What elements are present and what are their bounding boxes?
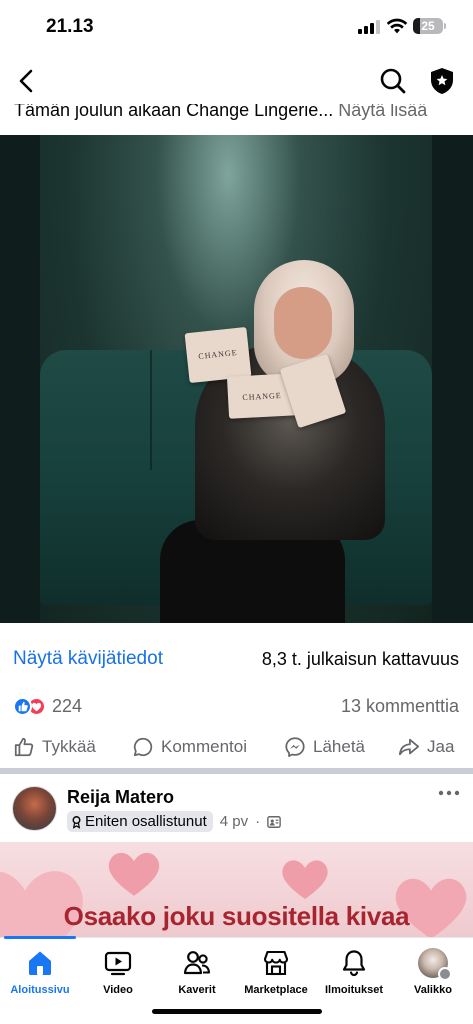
top-fan-badge[interactable]: Eniten osallistunut	[67, 811, 213, 832]
battery-icon: 25	[413, 18, 443, 34]
post-author[interactable]: Reija Matero	[67, 787, 174, 808]
share-label: Jaa	[427, 737, 455, 756]
active-tab-indicator	[4, 936, 76, 939]
tab-label: Marketplace	[244, 984, 308, 996]
comment-icon	[133, 737, 153, 757]
caption-text: Tämän joulun aikaan Change Lingerie...	[14, 104, 334, 120]
badge-label: Eniten osallistunut	[85, 813, 207, 830]
like-reaction-icon	[13, 696, 32, 716]
more-options-icon[interactable]	[438, 787, 460, 799]
post-meta: Eniten osallistunut 4 pv ·	[67, 811, 281, 832]
gift-box: CHANGE	[184, 326, 252, 384]
post-actions: Tykkää Kommentoi Lähetä Jaa	[0, 732, 473, 762]
reaction-count: 224	[52, 695, 83, 716]
view-insights-link[interactable]: Näytä kävijätiedot	[13, 648, 163, 670]
battery-level: 25	[421, 19, 435, 33]
send-label: Lähetä	[313, 737, 365, 756]
comment-label: Kommentoi	[161, 737, 247, 756]
status-time: 21.13	[46, 16, 94, 37]
heart-decoration	[282, 860, 328, 899]
friends-icon	[183, 951, 211, 975]
post-reach: 8,3 t. julkaisun kattavuus	[261, 649, 459, 669]
video-icon	[104, 951, 132, 976]
bell-icon	[342, 950, 366, 977]
post-time: 4 pv	[219, 813, 249, 830]
badge-ribbon-icon	[72, 815, 81, 829]
tab-home[interactable]: Aloitussivu	[0, 948, 80, 996]
post-banner-image[interactable]: Osaako joku suositella kivaa	[0, 842, 473, 940]
shield-star-icon[interactable]	[428, 66, 456, 96]
search-icon[interactable]	[378, 66, 408, 96]
tab-friends[interactable]: Kaverit	[157, 948, 237, 996]
gift-brand-label: CHANGE	[197, 347, 238, 362]
post-caption: Tämän joulun aikaan Change Lingerie... N…	[14, 104, 473, 126]
reactions-summary[interactable]: 224	[13, 695, 82, 717]
feed-divider	[0, 768, 473, 774]
tab-video[interactable]: Video	[78, 948, 158, 996]
thumbs-up-icon	[14, 737, 34, 757]
profile-avatar	[418, 948, 452, 981]
menu-icon	[438, 967, 452, 981]
post-photo[interactable]: CHANGE CHANGE	[0, 135, 473, 623]
heart-decoration	[108, 852, 160, 896]
tab-label: Ilmoitukset	[324, 984, 384, 996]
tab-label: Kaverit	[178, 984, 216, 996]
gift-brand-label: CHANGE	[242, 390, 282, 402]
comment-count[interactable]: 13 kommenttia	[341, 696, 459, 717]
home-indicator	[152, 1009, 322, 1014]
tab-notifications[interactable]: Ilmoitukset	[314, 948, 394, 996]
home-icon	[29, 951, 51, 975]
like-button[interactable]: Tykkää	[13, 732, 96, 762]
share-button[interactable]: Jaa	[398, 732, 454, 762]
tab-menu[interactable]: Valikko	[393, 948, 473, 996]
tab-label: Video	[103, 984, 133, 996]
status-bar: 21.13 25	[0, 0, 473, 52]
group-audience-icon	[267, 815, 281, 828]
share-arrow-icon	[398, 738, 420, 756]
chevron-left-icon[interactable]	[12, 66, 42, 96]
tab-marketplace[interactable]: Marketplace	[236, 948, 316, 996]
signal-icon	[358, 20, 380, 34]
tab-label: Aloitussivu	[10, 984, 70, 996]
banner-text: Osaako joku suositella kivaa	[63, 901, 410, 931]
like-label: Tykkää	[42, 737, 96, 756]
send-button[interactable]: Lähetä	[284, 732, 365, 762]
marketplace-icon	[263, 950, 289, 976]
tab-label: Valikko	[414, 984, 452, 996]
wifi-icon	[386, 18, 408, 34]
avatar[interactable]	[12, 786, 57, 831]
messenger-icon	[285, 737, 305, 758]
see-more-link[interactable]: Näytä lisää	[338, 104, 427, 120]
comment-button[interactable]: Kommentoi	[132, 732, 247, 762]
